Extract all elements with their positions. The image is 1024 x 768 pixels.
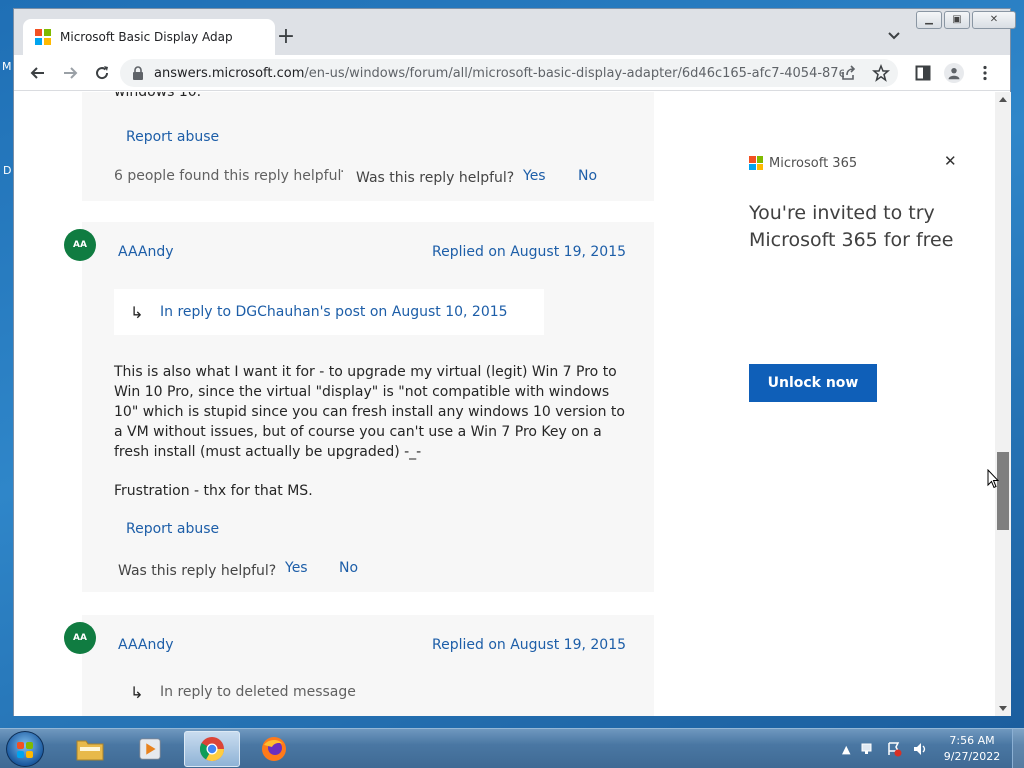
- helpful-yes-button[interactable]: Yes: [523, 168, 546, 184]
- share-icon[interactable]: [840, 64, 858, 82]
- avatar[interactable]: AA: [64, 622, 96, 654]
- promo-title: You're invited to try Microsoft 365 for …: [749, 202, 954, 251]
- forward-icon: [64, 66, 78, 79]
- reload-icon: [96, 65, 109, 79]
- volume-icon[interactable]: [912, 741, 928, 757]
- reload-button[interactable]: [88, 59, 116, 87]
- taskbar-explorer[interactable]: [62, 731, 118, 767]
- show-hidden-icons-icon[interactable]: ▲: [842, 743, 850, 756]
- action-center-icon[interactable]: [886, 741, 902, 757]
- page-content: windows 10. Report abuse 6 people found …: [14, 92, 995, 716]
- back-button[interactable]: [24, 59, 52, 87]
- author-name[interactable]: AAAndy: [118, 244, 174, 260]
- clock-date: 9/27/2022: [943, 750, 1001, 763]
- helpful-yes-button[interactable]: Yes: [285, 560, 308, 576]
- media-player-icon: [139, 738, 161, 760]
- minimize-button[interactable]: ▁: [916, 11, 942, 29]
- folder-icon: [76, 740, 104, 761]
- taskbar-chrome[interactable]: [184, 731, 240, 767]
- mouse-cursor-icon: [987, 469, 999, 489]
- reply-arrow-icon: ↳: [130, 302, 144, 322]
- tab-title: Microsoft Basic Display Adapter -: [60, 30, 232, 44]
- microsoft-logo-icon: [35, 29, 51, 45]
- profile-button[interactable]: [944, 63, 964, 83]
- chrome-icon: [199, 737, 224, 762]
- vertical-scrollbar[interactable]: [995, 92, 1011, 716]
- active-tab[interactable]: Microsoft Basic Display Adapter -: [23, 19, 275, 55]
- url-text: answers.microsoft.com/en-us/windows/foru…: [154, 66, 844, 81]
- chevron-down-icon[interactable]: [886, 27, 902, 43]
- promo-brand-name: Microsoft 365: [769, 156, 858, 171]
- scroll-down-arrow-icon[interactable]: [999, 706, 1007, 711]
- profile-icon: [948, 67, 960, 80]
- firefox-icon: [262, 737, 286, 761]
- scroll-thumb[interactable]: [997, 452, 1009, 530]
- reply-body: This is also what I want it for - to upg…: [114, 364, 625, 460]
- in-reply-to-box: ↳ In reply to DGChauhan's post on August…: [114, 289, 544, 335]
- desktop-icon-label: M: [2, 60, 12, 73]
- promo-panel: Microsoft 365 ✕ You're invited to try Mi…: [734, 152, 964, 412]
- menu-icon[interactable]: [976, 64, 994, 82]
- scroll-up-arrow-icon[interactable]: [999, 97, 1007, 102]
- reply-arrow-icon: ↳: [130, 682, 144, 702]
- new-tab-button[interactable]: +: [274, 25, 298, 49]
- start-button[interactable]: [6, 731, 44, 767]
- helpful-prompt: Was this reply helpful?: [118, 563, 277, 579]
- windows-logo-icon: [17, 742, 33, 758]
- show-desktop-button[interactable]: [1012, 729, 1024, 768]
- network-icon[interactable]: [860, 741, 876, 757]
- window-controls: ▁ ▣ ✕: [916, 11, 1018, 29]
- taskbar: ▲ 7:56 AM 9/27/2022: [0, 728, 1024, 768]
- helpful-prompt: Was this reply helpful?: [356, 170, 515, 186]
- helpful-no-button[interactable]: No: [578, 168, 597, 184]
- maximize-button[interactable]: ▣: [944, 11, 970, 29]
- system-tray: ▲: [842, 741, 928, 757]
- helpful-no-button[interactable]: No: [339, 560, 358, 576]
- forward-button[interactable]: [56, 59, 84, 87]
- in-reply-to-box: ↳ In reply to deleted message: [114, 669, 544, 715]
- microsoft-logo-icon: [749, 156, 764, 171]
- address-bar[interactable]: answers.microsoft.com/en-us/windows/foru…: [120, 59, 898, 87]
- unlock-now-button[interactable]: Unlock now: [749, 364, 877, 402]
- close-window-button[interactable]: ✕: [972, 11, 1016, 29]
- author-name[interactable]: AAAndy: [118, 637, 174, 653]
- desktop-icon-label: D: [3, 164, 12, 177]
- sidebar-icon[interactable]: [914, 64, 932, 82]
- reply-body-partial: windows 10.: [114, 92, 202, 100]
- avatar[interactable]: AA: [64, 229, 96, 261]
- report-abuse-link[interactable]: Report abuse: [126, 129, 219, 145]
- reply-date[interactable]: Replied on August 19, 2015: [432, 244, 626, 260]
- reply-body: Frustration - thx for that MS.: [114, 483, 313, 499]
- separator-dot: ·: [340, 164, 345, 180]
- taskbar-media-player[interactable]: [122, 731, 178, 767]
- star-icon[interactable]: [872, 64, 890, 82]
- url-path: /en-us/windows/forum/all/microsoft-basic…: [304, 65, 844, 81]
- in-reply-to-text: In reply to deleted message: [160, 684, 356, 700]
- url-host: answers.microsoft.com: [154, 65, 305, 81]
- back-icon: [30, 66, 44, 79]
- promo-brand: Microsoft 365: [749, 156, 857, 171]
- helpful-count: 6 people found this reply helpful: [114, 168, 342, 184]
- clock-time: 7:56 AM: [949, 734, 995, 747]
- lock-icon[interactable]: [132, 66, 144, 80]
- reply-date[interactable]: Replied on August 19, 2015: [432, 637, 626, 653]
- clock[interactable]: 7:56 AM 9/27/2022: [940, 733, 1004, 765]
- browser-toolbar: answers.microsoft.com/en-us/windows/foru…: [14, 55, 1010, 91]
- report-abuse-link[interactable]: Report abuse: [126, 521, 219, 537]
- close-icon[interactable]: ✕: [944, 152, 957, 170]
- tab-strip: Microsoft Basic Display Adapter - + ▁ ▣ …: [14, 9, 1016, 55]
- browser-window: Microsoft Basic Display Adapter - + ▁ ▣ …: [13, 8, 1016, 716]
- taskbar-firefox[interactable]: [246, 731, 302, 767]
- in-reply-to-link[interactable]: In reply to DGChauhan's post on August 1…: [160, 304, 508, 320]
